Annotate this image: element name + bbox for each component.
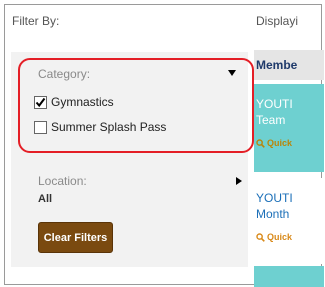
gymnastics-checkbox[interactable] [34, 95, 47, 109]
result-card[interactable]: YOUTI Month Quick [254, 178, 324, 264]
option-summer-splash-pass[interactable]: Summer Splash Pass [34, 120, 166, 134]
card-title[interactable]: YOUTI Month [256, 190, 324, 222]
result-card[interactable] [254, 266, 324, 287]
quick-view-link[interactable]: Quick [256, 138, 324, 148]
summer-splash-checkbox[interactable] [34, 120, 47, 134]
results-header: Membe [254, 50, 324, 80]
card-title-line: Team [256, 113, 286, 127]
checkmark-icon [35, 97, 46, 107]
location-label[interactable]: Location: [38, 174, 87, 188]
card-title-line: Month [256, 207, 290, 221]
card-title-line: YOUTI [256, 191, 293, 205]
category-label[interactable]: Category: [38, 67, 90, 81]
caret-right-icon[interactable] [236, 177, 242, 185]
quick-view-label: Quick [267, 232, 293, 242]
option-label: Gymnastics [51, 95, 114, 109]
search-icon [256, 232, 265, 242]
card-title-line: YOUTI [256, 97, 293, 111]
displaying-text: Displayi [256, 14, 299, 28]
option-label: Summer Splash Pass [51, 120, 167, 134]
option-gymnastics[interactable]: Gymnastics [34, 95, 114, 109]
search-icon [256, 138, 265, 148]
quick-view-label: Quick [267, 138, 293, 148]
clear-filters-button[interactable]: Clear Filters [38, 222, 113, 253]
card-title[interactable]: YOUTI Team [256, 96, 324, 128]
caret-down-icon[interactable] [228, 70, 236, 76]
location-value: All [38, 193, 53, 205]
quick-view-link[interactable]: Quick [256, 232, 324, 242]
result-card[interactable]: YOUTI Team Quick [254, 84, 324, 172]
filter-heading: Filter By: [12, 14, 60, 28]
